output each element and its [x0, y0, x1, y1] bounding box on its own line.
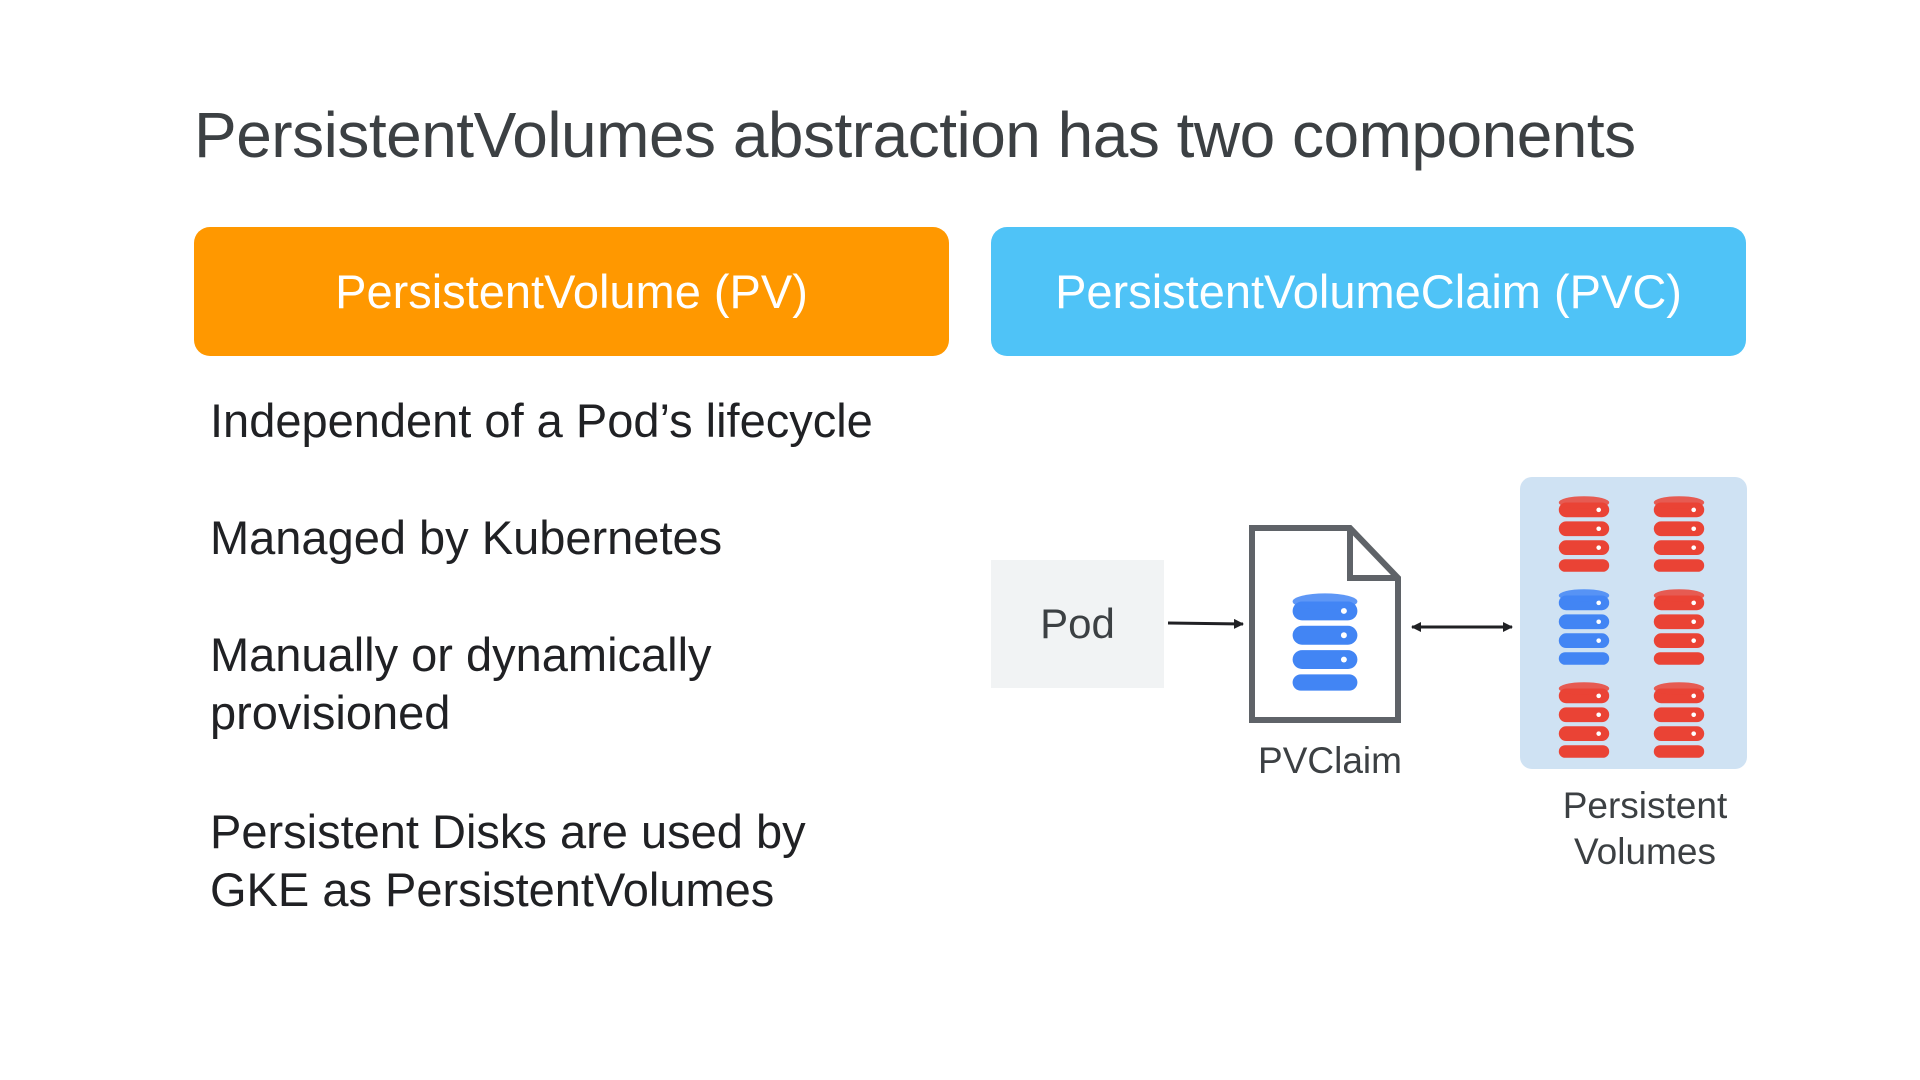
pv-database-icon-1 — [1558, 496, 1610, 572]
pv-database-icon-2 — [1653, 496, 1705, 572]
pod-to-claim-arrow — [1167, 618, 1244, 629]
pv-database-icon-6 — [1653, 682, 1705, 758]
slide: PersistentVolumes abstraction has two co… — [0, 0, 1920, 1080]
pv-database-icon-3 — [1558, 589, 1610, 665]
diagram-graphics — [1167, 496, 1705, 758]
pv-database-icon-5 — [1558, 682, 1610, 758]
persistent-volumes-label: Persistent Volumes — [1562, 785, 1728, 872]
pvclaim-database-icon — [1292, 593, 1358, 691]
pvclaim-document-icon — [1249, 525, 1401, 723]
pv-database-icon-4 — [1653, 589, 1705, 665]
pvclaim-label: PVClaim — [1258, 740, 1402, 781]
